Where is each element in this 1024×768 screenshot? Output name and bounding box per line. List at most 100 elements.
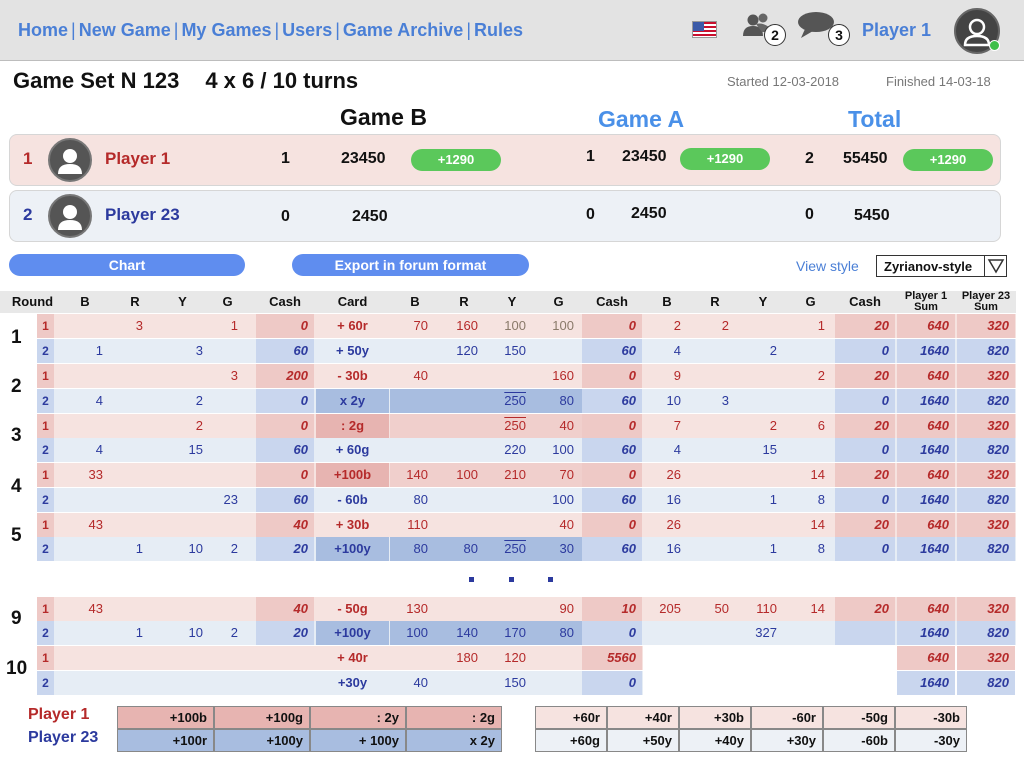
table-cell-card[interactable]: + 60g [316, 438, 389, 462]
row-player-index: 2 [37, 537, 54, 561]
ellipsis-dot [469, 577, 474, 582]
player-rank: 1 [23, 149, 33, 168]
round-number: 5 [11, 525, 22, 546]
table-cell-s1: 640 [897, 414, 955, 438]
legend-card[interactable]: -60b [823, 729, 895, 752]
legend-card[interactable]: : 2g [406, 706, 502, 729]
table-cell-card[interactable]: + 40r [316, 646, 389, 670]
table-cell-card[interactable]: + 60r [316, 314, 389, 338]
ellipsis-dot [509, 577, 514, 582]
legend-card[interactable]: + 100y [310, 729, 406, 752]
legend-card[interactable]: +30y [751, 729, 823, 752]
legend-card[interactable]: +100b [117, 706, 214, 729]
view-style-value: Zyrianov-style [884, 259, 973, 274]
legend-card[interactable]: -60r [751, 706, 823, 729]
table-cell-cash2: 0 [582, 364, 642, 388]
game-a-wins: 1 [586, 148, 595, 165]
table-header-cash: Cash [834, 291, 896, 313]
round-number: 10 [6, 658, 28, 679]
player-summary-row[interactable]: 1 Player 1 1 23450 +1290 1 23450 +1290 2… [9, 134, 1001, 186]
legend-card[interactable]: -50g [823, 706, 895, 729]
table-cell-card[interactable]: + 30b [316, 513, 389, 537]
table-cell-cash3: 20 [835, 364, 895, 388]
player-avatar-icon[interactable] [48, 194, 92, 238]
table-cell-card[interactable]: +30y [316, 671, 389, 695]
nav-my-games[interactable]: My Games [181, 20, 271, 40]
table-cell-cash1: 200 [256, 364, 314, 388]
round-number: 2 [11, 376, 22, 397]
nav-new-game[interactable]: New Game [79, 20, 171, 40]
player-name[interactable]: Player 1 [105, 149, 170, 169]
legend-card[interactable]: x 2y [406, 729, 502, 752]
table-cell-g1 [200, 646, 284, 670]
current-user-name[interactable]: Player 1 [862, 20, 931, 41]
table-cell-cash3: 0 [835, 389, 895, 413]
table-cell-s1: 640 [897, 314, 955, 338]
table-cell-s2: 820 [957, 537, 1015, 561]
table-cell-card[interactable]: +100y [316, 537, 389, 561]
row-player-index: 1 [37, 364, 54, 388]
col-total[interactable]: Total [848, 106, 901, 133]
legend-card[interactable]: +30b [679, 706, 751, 729]
table-cell-card[interactable]: - 60b [316, 488, 389, 512]
row-player-index: 1 [37, 513, 54, 537]
player-summary-row[interactable]: 2 Player 23 0 2450 0 2450 0 5450 [9, 190, 1001, 242]
table-cell-s2: 320 [957, 513, 1015, 537]
table-cell-card[interactable]: + 50y [316, 339, 389, 363]
table-cell-cash1: 40 [256, 597, 314, 621]
table-header-player1-sum: Player 1 Sum [896, 291, 956, 313]
table-cell-cash3: 20 [835, 414, 895, 438]
player-avatar-icon[interactable] [48, 138, 92, 182]
table-header-player23-sum: Player 23 Sum [956, 291, 1016, 313]
export-forum-button[interactable]: Export in forum format [292, 254, 529, 276]
table-cell-cash1: 40 [256, 513, 314, 537]
player-name[interactable]: Player 23 [105, 205, 180, 225]
game-a-score: 2450 [631, 205, 667, 222]
table-cell-cash2: 0 [582, 513, 642, 537]
legend-card[interactable]: +100g [214, 706, 310, 729]
col-game-a[interactable]: Game A [598, 106, 684, 133]
row-player-index: 1 [37, 646, 54, 670]
table-header-round: Round [0, 291, 65, 313]
legend-card[interactable]: +40r [607, 706, 679, 729]
legend-card[interactable]: +100r [117, 729, 214, 752]
friends-count-badge: 2 [764, 24, 786, 46]
total-wins: 0 [805, 206, 814, 223]
table-cell-card[interactable]: - 50g [316, 597, 389, 621]
legend-player1-label: Player 1 [28, 706, 90, 723]
game-title: Game Set N 123 4 x 6 / 10 turns [13, 68, 358, 94]
table-cell-card[interactable]: x 2y [316, 389, 389, 413]
table-cell-cash2: 60 [582, 389, 642, 413]
legend-card[interactable]: +50y [607, 729, 679, 752]
nav-rules[interactable]: Rules [474, 20, 523, 40]
legend-card[interactable]: +40y [679, 729, 751, 752]
total-score: 5450 [854, 207, 890, 224]
table-cell-card[interactable]: : 2g [316, 414, 389, 438]
table-cell-cash2: 60 [582, 438, 642, 462]
nav-game-archive[interactable]: Game Archive [343, 20, 463, 40]
game-b-delta-badge: +1290 [411, 149, 501, 171]
legend-card[interactable]: -30b [895, 706, 967, 729]
us-flag-icon[interactable] [692, 21, 717, 38]
table-cell-cash2: 0 [582, 621, 642, 645]
dropdown-arrow-icon[interactable] [984, 256, 1006, 276]
nav-home[interactable]: Home [18, 20, 68, 40]
table-header-b: B [65, 291, 105, 313]
nav-users[interactable]: Users [282, 20, 332, 40]
nav-separator: | [274, 20, 280, 40]
legend-card[interactable]: +60g [535, 729, 607, 752]
legend-card[interactable]: +100y [214, 729, 310, 752]
table-cell-card[interactable]: +100y [316, 621, 389, 645]
table-cell-card[interactable]: - 30b [316, 364, 389, 388]
row-player-index: 1 [37, 414, 54, 438]
legend-card[interactable]: : 2y [310, 706, 406, 729]
legend-card[interactable]: -30y [895, 729, 967, 752]
table-header-cash: Cash [581, 291, 643, 313]
legend-card[interactable]: +60r [535, 706, 607, 729]
view-style-select[interactable]: Zyrianov-style [876, 255, 1007, 277]
player-rank: 2 [23, 205, 33, 224]
nav-separator: | [335, 20, 340, 40]
table-cell-card[interactable]: +100b [316, 463, 389, 487]
round-number: 9 [11, 608, 22, 629]
chart-button[interactable]: Chart [9, 254, 245, 276]
